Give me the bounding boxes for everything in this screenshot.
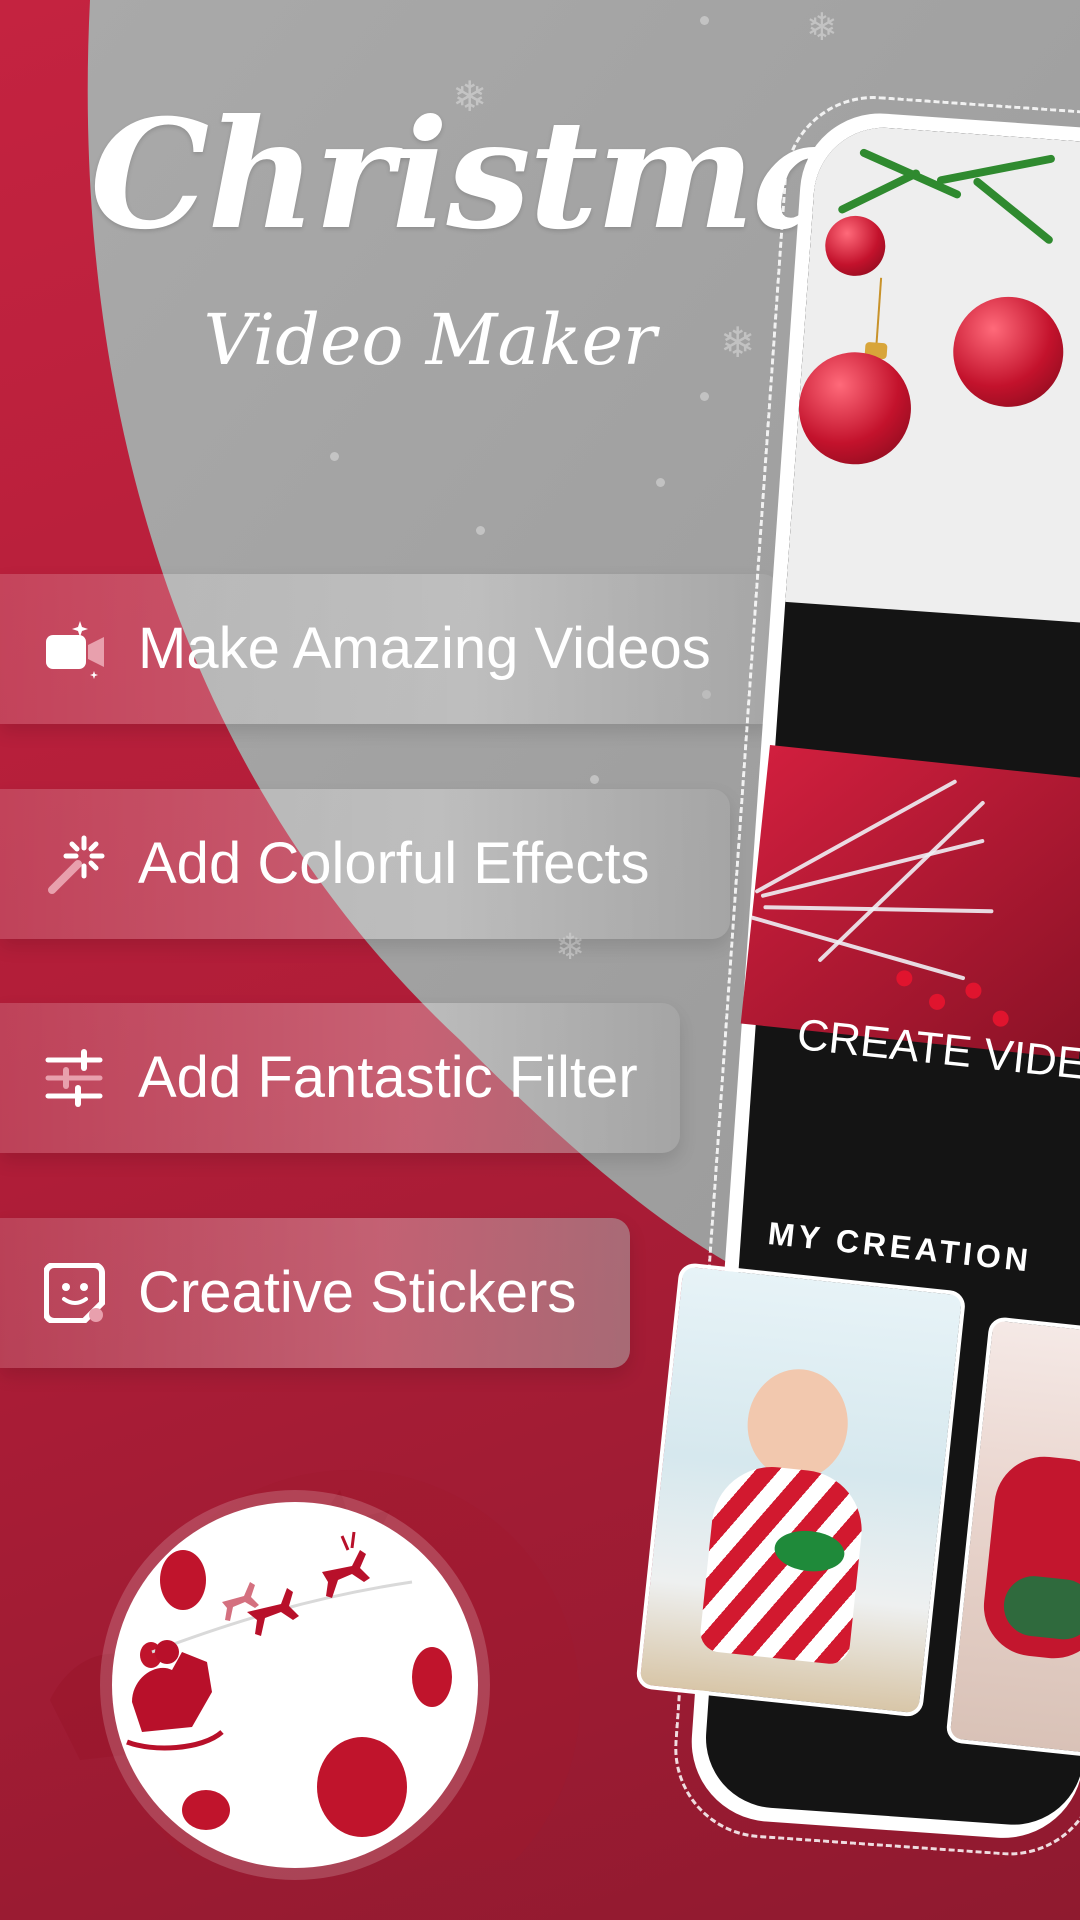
- ornament-string: [875, 277, 883, 348]
- ornament-banner: [785, 123, 1080, 629]
- magic-wand-icon: [44, 834, 108, 894]
- snow-dot: [700, 392, 709, 401]
- red-berry: [895, 969, 914, 988]
- snow-dot: [330, 452, 339, 461]
- feature-label: Creative Stickers: [138, 1260, 577, 1325]
- feature-make-videos: Make Amazing Videos: [0, 574, 780, 724]
- red-berry: [964, 981, 983, 1000]
- app-subtitle: Video Maker: [203, 299, 657, 381]
- sliders-icon: [44, 1048, 108, 1108]
- feature-colorful-effects: Add Colorful Effects: [0, 789, 730, 939]
- feature-label: Add Fantastic Filter: [138, 1045, 638, 1110]
- snow-dot: [656, 478, 665, 487]
- santa-sleigh-icon: [126, 1531, 413, 1751]
- moon-badge: [112, 1502, 478, 1868]
- ornament-ball: [795, 348, 915, 469]
- feature-label: Add Colorful Effects: [138, 831, 650, 896]
- create-video-card[interactable]: [740, 745, 1080, 1060]
- feature-creative-stickers: Creative Stickers: [0, 1218, 630, 1368]
- feature-label: Make Amazing Videos: [138, 616, 711, 681]
- snowflake-icon: ❄: [720, 318, 756, 367]
- sticker-face-icon: [43, 1262, 108, 1324]
- snowflake-icon: ❄: [806, 5, 838, 49]
- feature-fantastic-filter: Add Fantastic Filter: [0, 1003, 680, 1153]
- pine-needle: [936, 154, 1056, 185]
- striped-outfit: [698, 1461, 868, 1666]
- red-berry: [991, 1009, 1010, 1028]
- pine-needle: [971, 176, 1055, 246]
- creation-thumbnail[interactable]: [635, 1262, 967, 1718]
- baby-photo-subject: [742, 1364, 854, 1485]
- red-berry: [928, 993, 946, 1011]
- white-feather: [754, 778, 958, 894]
- white-feather: [817, 800, 986, 963]
- snow-dot: [476, 526, 485, 535]
- ornament-ball: [823, 213, 888, 278]
- snow-dot: [590, 775, 599, 784]
- snow-dot: [700, 16, 709, 25]
- video-camera-icon: [44, 619, 108, 679]
- app-title: Christmas: [90, 87, 933, 263]
- ornament-ball: [949, 293, 1067, 411]
